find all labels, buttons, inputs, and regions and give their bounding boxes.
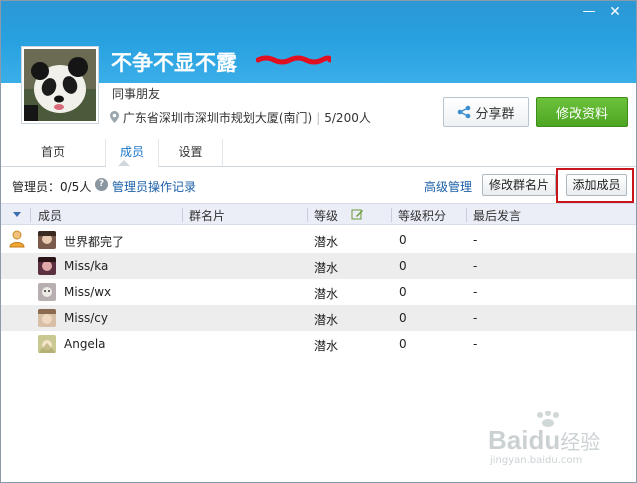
tab-home[interactable]: 首页: [1, 139, 106, 166]
share-group-label: 分享群: [475, 106, 515, 122]
group-member-count: 5/200人: [324, 111, 371, 125]
group-avatar[interactable]: [21, 46, 99, 124]
member-name: Miss/ka: [64, 259, 109, 273]
avatar[interactable]: [38, 335, 56, 353]
member-name: Miss/cy: [64, 311, 108, 325]
edit-group-card-button[interactable]: 修改群名片: [482, 174, 556, 196]
group-location: 广东省深圳市深圳市规划大厦(南门): [122, 111, 313, 125]
table-row[interactable]: Miss/cy 潜水 0 -: [1, 305, 636, 331]
panda-image: [24, 49, 96, 121]
table-row[interactable]: Angela 潜水 0 -: [1, 331, 636, 357]
member-name: 世界都完了: [64, 235, 125, 249]
watermark-url: jingyan.baidu.com: [490, 455, 583, 466]
group-category: 同事朋友: [112, 87, 161, 101]
member-last-speech: -: [473, 285, 478, 299]
member-last-speech: -: [473, 311, 478, 325]
edit-level-icon[interactable]: [351, 208, 364, 221]
help-icon[interactable]: ?: [95, 178, 108, 191]
location-pin-icon: [110, 111, 119, 123]
member-last-speech: -: [473, 233, 478, 247]
admin-log-link[interactable]: 管理员操作记录: [112, 178, 196, 195]
tab-members[interactable]: 成员: [106, 139, 159, 167]
group-owner-icon: [9, 230, 25, 248]
avatar[interactable]: [38, 309, 56, 327]
advanced-manage-link[interactable]: 高级管理: [424, 178, 472, 195]
close-icon[interactable]: ✕: [604, 3, 626, 21]
group-window: — ✕ 不争不显不露 同事朋友 广东省深圳市深圳市规划大厦(南门) | 5/200人: [0, 0, 637, 483]
member-table-header: 成员 群名片 等级 等级积分 最后发言: [1, 203, 636, 225]
table-row[interactable]: Miss/ka 潜水 0 -: [1, 253, 636, 279]
watermark-suffix: 经验: [560, 432, 601, 454]
active-tab-indicator: [118, 160, 130, 166]
member-points: 0: [399, 337, 407, 351]
watermark-brand2: du: [528, 425, 561, 455]
member-points: 0: [399, 285, 407, 299]
header-group-card[interactable]: 群名片: [189, 207, 225, 224]
header-level[interactable]: 等级: [314, 207, 338, 224]
column-divider: [182, 208, 183, 222]
table-row[interactable]: Miss/wx 潜水 0 -: [1, 279, 636, 305]
group-name: 不争不显不露: [111, 51, 237, 75]
redacted-group-id: [256, 55, 331, 65]
column-divider: [30, 208, 31, 222]
column-divider: [307, 208, 308, 222]
edit-profile-button[interactable]: 修改资料: [536, 97, 628, 127]
member-name: Angela: [64, 337, 106, 351]
table-row[interactable]: 世界都完了 潜水 0 -: [1, 227, 636, 253]
watermark-brand: Bai: [488, 425, 529, 455]
avatar[interactable]: [38, 257, 56, 275]
column-divider: [391, 208, 392, 222]
header-last-speech[interactable]: 最后发言: [473, 207, 521, 224]
sort-arrow-icon[interactable]: [13, 212, 21, 217]
header-level-points[interactable]: 等级积分: [398, 207, 446, 224]
group-location-line: 广东省深圳市深圳市规划大厦(南门) | 5/200人: [110, 109, 371, 126]
column-divider: [466, 208, 467, 222]
share-group-button[interactable]: 分享群: [443, 97, 529, 127]
member-level: 潜水: [314, 339, 339, 353]
member-level: 潜水: [314, 287, 339, 301]
avatar[interactable]: [38, 231, 56, 249]
member-level: 潜水: [314, 235, 339, 249]
admin-count: 管理员：0/5人: [12, 180, 92, 194]
tab-settings[interactable]: 设置: [159, 139, 223, 166]
member-last-speech: -: [473, 259, 478, 273]
header-member[interactable]: 成员: [38, 207, 62, 224]
member-last-speech: -: [473, 337, 478, 351]
member-level: 潜水: [314, 261, 339, 275]
baidu-jingyan-watermark: Baidu经验 jingyan.baidu.com: [488, 411, 608, 471]
member-points: 0: [399, 259, 407, 273]
highlight-annotation: [556, 168, 634, 203]
member-name: Miss/wx: [64, 285, 112, 299]
minimize-icon[interactable]: —: [578, 3, 600, 21]
member-points: 0: [399, 311, 407, 325]
member-points: 0: [399, 233, 407, 247]
member-level: 潜水: [314, 313, 339, 327]
tab-bar: 首页 成员 设置: [1, 139, 636, 167]
share-icon: [458, 105, 471, 119]
avatar[interactable]: [38, 283, 56, 301]
